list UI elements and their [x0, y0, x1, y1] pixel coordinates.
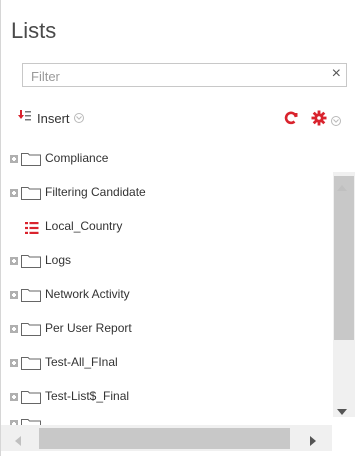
tree-row-partial[interactable] [1, 416, 332, 425]
settings-button[interactable] [311, 110, 341, 131]
expand-icon[interactable] [10, 325, 18, 333]
tree-row-network-activity[interactable]: Network Activity [1, 284, 332, 306]
gear-icon [311, 110, 327, 131]
toolbar: Insert [1, 108, 357, 130]
vertical-scrollbar[interactable] [333, 172, 355, 417]
chevron-down-icon[interactable] [331, 115, 341, 126]
horizontal-scrollbar[interactable] [1, 425, 332, 451]
tree-row-test-list-final[interactable]: Test-List$_Final [1, 386, 332, 408]
expand-icon[interactable] [10, 155, 18, 163]
expand-icon[interactable] [10, 291, 18, 299]
expand-icon[interactable] [10, 257, 18, 265]
insert-button[interactable]: Insert [18, 108, 84, 128]
vertical-scroll-thumb[interactable] [334, 176, 354, 340]
chevron-down-icon[interactable] [73, 113, 84, 123]
tree-item-label: Local_Country [45, 219, 123, 233]
expand-icon[interactable] [10, 359, 18, 367]
panel-title: Lists [11, 18, 57, 43]
tree-row-per-user-report[interactable]: Per User Report [1, 318, 332, 340]
tree-item-label: Network Activity [45, 287, 130, 301]
folder-icon [21, 390, 41, 409]
refresh-icon[interactable] [283, 110, 299, 131]
filter-input[interactable] [29, 65, 323, 87]
lists-tree: Compliance Filtering Candidate Local_Cou… [1, 140, 332, 425]
insert-list-icon [18, 109, 32, 128]
tree-row-compliance[interactable]: Compliance [1, 148, 332, 170]
list-icon [25, 221, 39, 239]
folder-icon [21, 322, 41, 341]
folder-icon [21, 186, 41, 205]
tree-item-label: Test-All_FInal [45, 355, 118, 369]
scroll-up-icon[interactable] [337, 178, 347, 196]
scroll-left-icon[interactable] [15, 433, 21, 451]
folder-icon [21, 418, 41, 425]
tree-item-label: Logs [45, 253, 72, 267]
tree-row-filtering-candidate[interactable]: Filtering Candidate [1, 182, 332, 204]
expand-icon[interactable] [10, 189, 18, 197]
folder-icon [21, 152, 41, 171]
clear-filter-icon[interactable]: × [332, 65, 341, 83]
scroll-right-icon[interactable] [310, 433, 316, 451]
tree-item-label: Test-List$_Final [45, 389, 130, 403]
insert-label: Insert [37, 110, 70, 126]
scroll-down-icon[interactable] [337, 402, 347, 420]
filter-box: × [22, 63, 347, 87]
tree-row-test-all-final[interactable]: Test-All_FInal [1, 352, 332, 374]
tree-row-local-country[interactable]: Local_Country [1, 216, 332, 238]
expand-icon[interactable] [10, 393, 18, 401]
folder-icon [21, 254, 41, 273]
tree-item-label: Filtering Candidate [45, 185, 146, 199]
lists-panel: Lists × Insert [0, 0, 357, 456]
horizontal-scroll-thumb[interactable] [39, 428, 290, 449]
folder-icon [21, 288, 41, 307]
folder-icon [21, 356, 41, 375]
tree-item-label: Compliance [45, 151, 109, 165]
tree-item-label: Per User Report [45, 321, 132, 335]
tree-row-logs[interactable]: Logs [1, 250, 332, 272]
